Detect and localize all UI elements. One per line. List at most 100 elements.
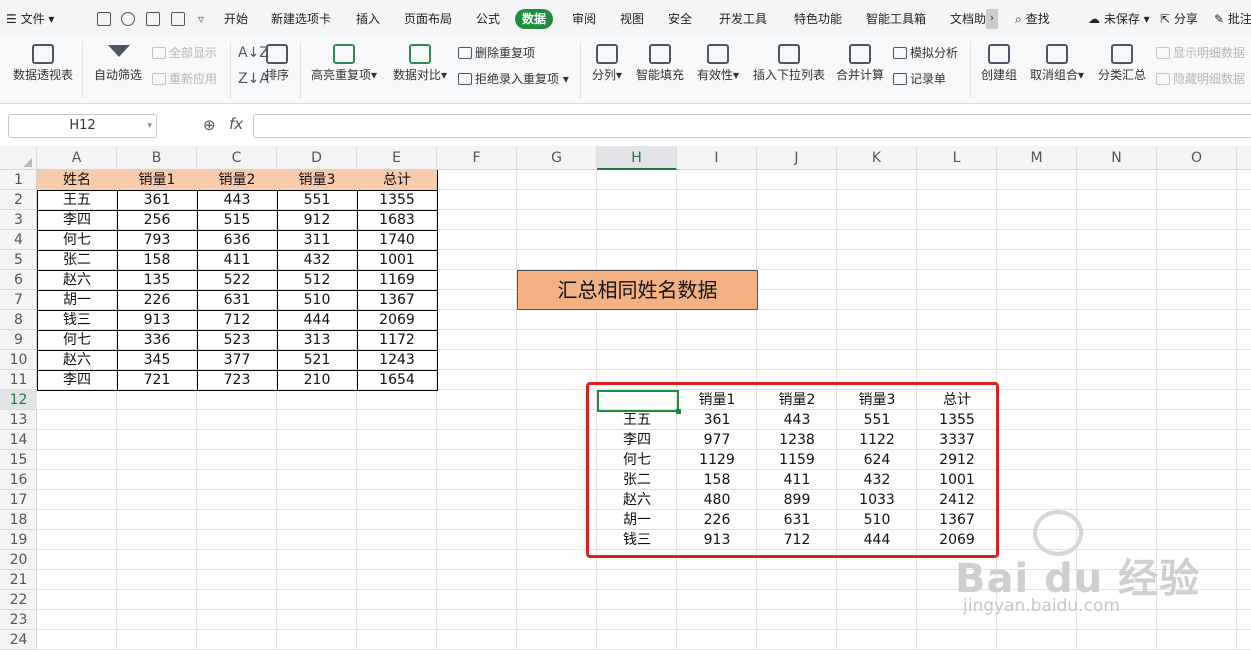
source-header-cell[interactable]: 销量1 xyxy=(117,170,198,191)
row-header-12[interactable]: 12 xyxy=(0,390,37,410)
source-data-cell[interactable]: 411 xyxy=(197,250,278,271)
column-header-g[interactable]: G xyxy=(517,146,597,170)
autofilter-button[interactable]: 自动筛选 xyxy=(92,38,144,98)
source-data-cell[interactable]: 512 xyxy=(277,270,358,291)
source-data-cell[interactable]: 1654 xyxy=(357,370,438,391)
row-header-7[interactable]: 7 xyxy=(0,290,37,310)
hide-detail-button[interactable]: 隐藏明细数据 xyxy=(1156,70,1245,88)
tab-data[interactable]: 数据 xyxy=(515,9,554,29)
tab-security[interactable]: 安全 xyxy=(668,0,692,38)
source-data-cell[interactable]: 何七 xyxy=(37,330,118,351)
tab-insert[interactable]: 插入 xyxy=(356,0,380,38)
source-header-cell[interactable]: 销量2 xyxy=(197,170,278,191)
row-header-16[interactable]: 16 xyxy=(0,470,37,490)
tab-developer[interactable]: 开发工具 xyxy=(719,0,767,38)
print-preview-icon[interactable] xyxy=(171,12,185,26)
name-box-dropdown-icon[interactable]: ▾ xyxy=(147,115,152,137)
tab-page-layout[interactable]: 页面布局 xyxy=(404,0,452,38)
sort-button[interactable]: 排序 xyxy=(262,38,292,98)
source-data-cell[interactable]: 361 xyxy=(117,190,198,211)
unsaved-button[interactable]: ☁ 未保存 ▾ xyxy=(1088,0,1150,38)
save-icon[interactable] xyxy=(97,12,111,26)
source-header-cell[interactable]: 姓名 xyxy=(37,170,118,191)
source-header-cell[interactable]: 销量3 xyxy=(277,170,358,191)
name-box[interactable]: H12 ▾ xyxy=(8,114,157,138)
reapply-button[interactable]: 重新应用 xyxy=(152,70,217,88)
comment-button[interactable]: ✎ 批注 xyxy=(1214,0,1251,38)
reject-duplicates-button[interactable]: 拒绝录入重复项 ▾ xyxy=(458,70,569,88)
source-data-cell[interactable]: 377 xyxy=(197,350,278,371)
source-data-cell[interactable]: 721 xyxy=(117,370,198,391)
split-columns-button[interactable]: 分列▾ xyxy=(588,38,626,98)
source-data-cell[interactable]: 1367 xyxy=(357,290,438,311)
column-header-i[interactable]: I xyxy=(677,146,757,170)
source-data-cell[interactable]: 158 xyxy=(117,250,198,271)
source-data-cell[interactable]: 胡一 xyxy=(37,290,118,311)
row-header-19[interactable]: 19 xyxy=(0,530,37,550)
show-all-button[interactable]: 全部显示 xyxy=(152,44,217,62)
source-data-cell[interactable]: 1683 xyxy=(357,210,438,231)
row-header-18[interactable]: 18 xyxy=(0,510,37,530)
show-detail-button[interactable]: 显示明细数据 xyxy=(1156,44,1245,62)
row-header-3[interactable]: 3 xyxy=(0,210,37,230)
summary-label[interactable]: 汇总相同姓名数据 xyxy=(517,270,758,310)
column-header-n[interactable]: N xyxy=(1077,146,1157,170)
more-tabs-chevron-icon[interactable]: › xyxy=(986,9,998,29)
fx-icon[interactable]: fx xyxy=(229,115,243,133)
source-data-cell[interactable]: 何七 xyxy=(37,230,118,251)
simulate-analysis-button[interactable]: 模拟分析 xyxy=(893,44,958,62)
column-header-e[interactable]: E xyxy=(357,146,437,170)
ungroup-button[interactable]: 取消组合▾ xyxy=(1026,38,1088,98)
column-header-b[interactable]: B xyxy=(117,146,197,170)
column-header-f[interactable]: F xyxy=(437,146,517,170)
tab-doc-assistant[interactable]: 文档助 xyxy=(950,0,986,38)
row-header-13[interactable]: 13 xyxy=(0,410,37,430)
row-header-11[interactable]: 11 xyxy=(0,370,37,390)
source-data-cell[interactable]: 551 xyxy=(277,190,358,211)
source-data-cell[interactable]: 1172 xyxy=(357,330,438,351)
source-data-cell[interactable]: 1243 xyxy=(357,350,438,371)
source-data-cell[interactable]: 444 xyxy=(277,310,358,331)
row-header-21[interactable]: 21 xyxy=(0,570,37,590)
source-data-cell[interactable]: 510 xyxy=(277,290,358,311)
source-data-cell[interactable]: 432 xyxy=(277,250,358,271)
row-header-24[interactable]: 24 xyxy=(0,630,37,650)
source-data-cell[interactable]: 521 xyxy=(277,350,358,371)
column-header-l[interactable]: L xyxy=(917,146,997,170)
column-header-a[interactable]: A xyxy=(37,146,117,170)
record-sheet-button[interactable]: 记录单 xyxy=(893,70,946,88)
smart-fill-button[interactable]: 智能填充 xyxy=(634,38,686,98)
undo-icon[interactable] xyxy=(121,12,135,26)
print-icon[interactable] xyxy=(146,12,160,26)
source-data-cell[interactable]: 515 xyxy=(197,210,278,231)
row-header-5[interactable]: 5 xyxy=(0,250,37,270)
row-header-10[interactable]: 10 xyxy=(0,350,37,370)
source-data-cell[interactable]: 135 xyxy=(117,270,198,291)
quick-access-dropdown-icon[interactable]: ▿ xyxy=(198,0,204,38)
row-header-8[interactable]: 8 xyxy=(0,310,37,330)
source-data-cell[interactable]: 1740 xyxy=(357,230,438,251)
source-data-cell[interactable]: 793 xyxy=(117,230,198,251)
source-data-cell[interactable]: 张二 xyxy=(37,250,118,271)
source-data-cell[interactable]: 1355 xyxy=(357,190,438,211)
source-data-cell[interactable]: 李四 xyxy=(37,210,118,231)
source-data-cell[interactable]: 李四 xyxy=(37,370,118,391)
column-header-h[interactable]: H xyxy=(597,146,677,170)
source-data-cell[interactable]: 712 xyxy=(197,310,278,331)
subtotal-button[interactable]: 分类汇总 xyxy=(1096,38,1148,98)
source-data-cell[interactable]: 723 xyxy=(197,370,278,391)
search-button[interactable]: ⌕ 查找 xyxy=(1015,0,1050,38)
tab-features[interactable]: 特色功能 xyxy=(794,0,842,38)
source-data-cell[interactable]: 631 xyxy=(197,290,278,311)
select-all-corner[interactable] xyxy=(0,146,37,170)
data-compare-button[interactable]: 数据对比▾ xyxy=(390,38,450,98)
source-data-cell[interactable]: 210 xyxy=(277,370,358,391)
consolidate-button[interactable]: 合并计算 xyxy=(834,38,886,98)
column-header-d[interactable]: D xyxy=(277,146,357,170)
source-data-cell[interactable]: 1001 xyxy=(357,250,438,271)
source-data-cell[interactable]: 313 xyxy=(277,330,358,351)
highlight-duplicates-button[interactable]: 高亮重复项▾ xyxy=(308,38,380,98)
column-header-k[interactable]: K xyxy=(837,146,917,170)
source-data-cell[interactable]: 2069 xyxy=(357,310,438,331)
source-data-cell[interactable]: 523 xyxy=(197,330,278,351)
